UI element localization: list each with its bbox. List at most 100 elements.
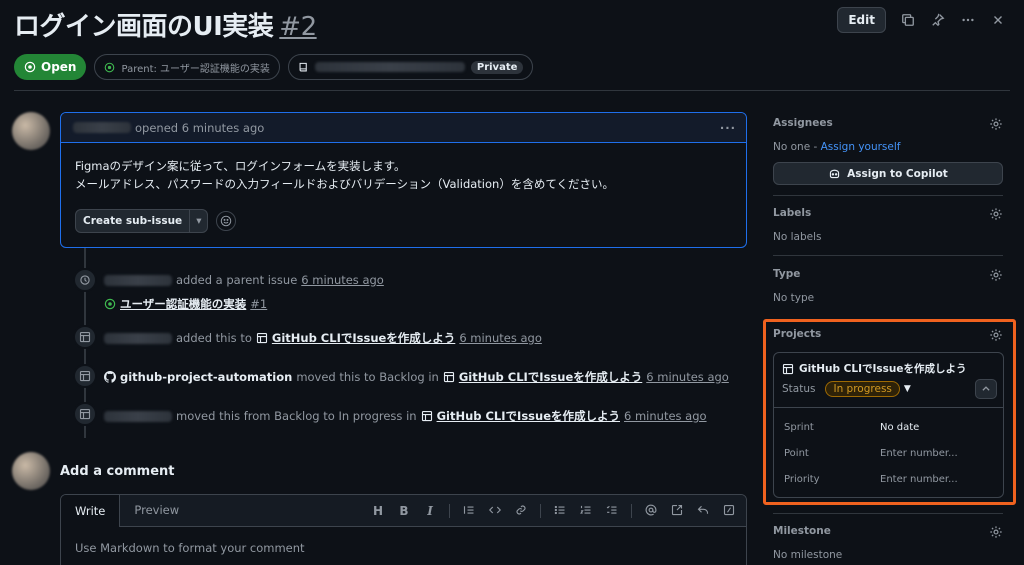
header-actions: Edit xyxy=(837,7,1006,33)
comment-textarea[interactable]: Use Markdown to format your comment xyxy=(61,527,746,565)
toolbar-divider xyxy=(449,504,450,518)
chevron-down-icon[interactable]: ▼ xyxy=(904,384,911,394)
field-point-label: Point xyxy=(784,448,809,459)
repo-name-redacted xyxy=(314,62,465,72)
code-icon[interactable] xyxy=(488,504,502,519)
labels-section: Labels No labels xyxy=(773,207,1003,243)
project-table-icon xyxy=(421,410,433,422)
create-sub-issue-button[interactable]: Create sub-issue ▾ xyxy=(75,209,209,233)
smiley-icon xyxy=(221,215,232,227)
labels-value: No labels xyxy=(773,231,822,243)
actor-redacted[interactable] xyxy=(104,410,172,422)
author-name-redacted[interactable] xyxy=(73,122,131,133)
gear-icon[interactable] xyxy=(989,525,1003,539)
actor-redacted[interactable] xyxy=(104,274,172,286)
toolbar-divider xyxy=(631,504,632,518)
task-list-icon[interactable] xyxy=(605,504,619,519)
editor-toolbar: H B I xyxy=(371,495,736,527)
heading-button[interactable]: H xyxy=(371,504,385,518)
comment-menu-icon[interactable]: ··· xyxy=(720,121,736,135)
reply-icon[interactable] xyxy=(696,504,710,519)
event-action: added a parent issue xyxy=(176,273,298,287)
gear-icon[interactable] xyxy=(989,328,1003,342)
parent-issue-link-row: ユーザー認証機能の実装 #1 xyxy=(104,296,267,312)
cross-reference-icon[interactable] xyxy=(670,504,684,519)
tab-preview[interactable]: Preview xyxy=(120,495,193,526)
event-actor[interactable]: github-project-automation xyxy=(120,370,292,384)
assign-yourself-link[interactable]: Assign yourself xyxy=(821,141,901,153)
assign-to-copilot-button[interactable]: Assign to Copilot xyxy=(773,162,1003,185)
comment-actions: Create sub-issue ▾ xyxy=(75,209,732,233)
event-time[interactable]: 6 minutes ago xyxy=(624,409,707,423)
assignees-section: Assignees No one - Assign yourself Assig… xyxy=(773,117,1003,185)
github-logo-icon xyxy=(104,371,116,383)
actor-redacted[interactable] xyxy=(104,332,172,344)
event-time[interactable]: 6 minutes ago xyxy=(646,370,729,384)
issue-meta-row: Open Parent: ユーザー認証機能の実装 Private xyxy=(14,54,534,80)
avatar[interactable] xyxy=(12,452,50,490)
project-link[interactable]: GitHub CLIでIssueを作成しよう xyxy=(437,408,620,424)
project-link[interactable]: GitHub CLIでIssueを作成しよう xyxy=(459,369,642,385)
project-table-icon xyxy=(79,331,91,343)
project-table-icon xyxy=(443,371,455,383)
parent-issue-pill[interactable]: Parent: ユーザー認証機能の実装 xyxy=(94,54,280,80)
slash-command-icon[interactable] xyxy=(722,504,736,519)
field-point-input[interactable]: Enter number... xyxy=(880,448,958,459)
italic-button[interactable]: I xyxy=(423,504,437,518)
timeline-event: moved this from Backlog to In progress i… xyxy=(104,408,707,424)
parent-issue-label: Parent: ユーザー認証機能の実装 xyxy=(121,63,270,75)
body-line-1: Figmaのデザイン案に従って、ログインフォームを実装します。 xyxy=(75,159,406,173)
event-action: moved this to Backlog in xyxy=(296,370,439,384)
comment-editor: Write Preview H B I Use Markdown to form… xyxy=(60,494,747,565)
field-priority-input[interactable]: Enter number... xyxy=(880,474,958,485)
page-title: ログイン画面のUI実装 #2 xyxy=(14,6,317,43)
avatar[interactable] xyxy=(12,112,50,150)
project-table-icon xyxy=(79,408,91,420)
repo-icon xyxy=(299,62,307,71)
add-comment-title: Add a comment xyxy=(60,464,175,479)
emoji-reaction-button[interactable] xyxy=(216,211,237,231)
toolbar-divider xyxy=(540,504,541,518)
projects-title: Projects xyxy=(773,328,822,340)
quote-icon[interactable] xyxy=(462,504,476,519)
mention-icon[interactable] xyxy=(644,504,658,519)
numbered-list-icon[interactable] xyxy=(579,504,593,519)
pin-icon[interactable] xyxy=(930,12,946,28)
visibility-badge: Private xyxy=(470,60,524,74)
gear-icon[interactable] xyxy=(989,268,1003,282)
bullet-list-icon[interactable] xyxy=(553,504,567,519)
repository-pill[interactable]: Private xyxy=(287,54,534,80)
no-assignee-text: No one - xyxy=(773,141,821,153)
body-line-2: メールアドレス、パスワードの入力フィールドおよびバリデーション（Validati… xyxy=(75,177,614,191)
project-card-title[interactable]: GitHub CLIでIssueを作成しよう xyxy=(782,361,966,376)
parent-issue-number[interactable]: #1 xyxy=(250,297,267,311)
close-icon[interactable] xyxy=(990,12,1006,28)
collapse-button[interactable] xyxy=(975,379,997,399)
timeline-event-icon xyxy=(73,364,97,388)
type-value: No type xyxy=(773,292,815,304)
tab-write[interactable]: Write xyxy=(61,495,121,527)
event-time[interactable]: 6 minutes ago xyxy=(301,273,384,287)
gear-icon[interactable] xyxy=(989,117,1003,131)
assignees-title: Assignees xyxy=(773,117,833,129)
status-dropdown[interactable]: In progress xyxy=(825,381,900,397)
project-name: GitHub CLIでIssueを作成しよう xyxy=(799,363,967,375)
link-icon[interactable] xyxy=(514,504,528,519)
edit-button[interactable]: Edit xyxy=(837,7,886,33)
timeline-event-icon xyxy=(73,268,97,292)
event-action: added this to xyxy=(176,331,252,345)
field-sprint-value[interactable]: No date xyxy=(880,422,919,433)
type-section: Type No type xyxy=(773,268,1003,304)
status-label: Status xyxy=(782,383,816,395)
project-link[interactable]: GitHub CLIでIssueを作成しよう xyxy=(272,330,455,346)
chevron-down-icon[interactable]: ▾ xyxy=(189,210,207,232)
bold-button[interactable]: B xyxy=(397,504,411,518)
editor-tabs: Write Preview H B I xyxy=(61,495,746,527)
issue-number[interactable]: #2 xyxy=(279,12,317,42)
copy-icon[interactable] xyxy=(900,12,916,28)
parent-issue-link[interactable]: ユーザー認証機能の実装 xyxy=(120,296,246,312)
event-time[interactable]: 6 minutes ago xyxy=(459,331,542,345)
more-options-icon[interactable] xyxy=(960,12,976,28)
timeline-event: added this to GitHub CLIでIssueを作成しよう 6 m… xyxy=(104,330,542,346)
gear-icon[interactable] xyxy=(989,207,1003,221)
